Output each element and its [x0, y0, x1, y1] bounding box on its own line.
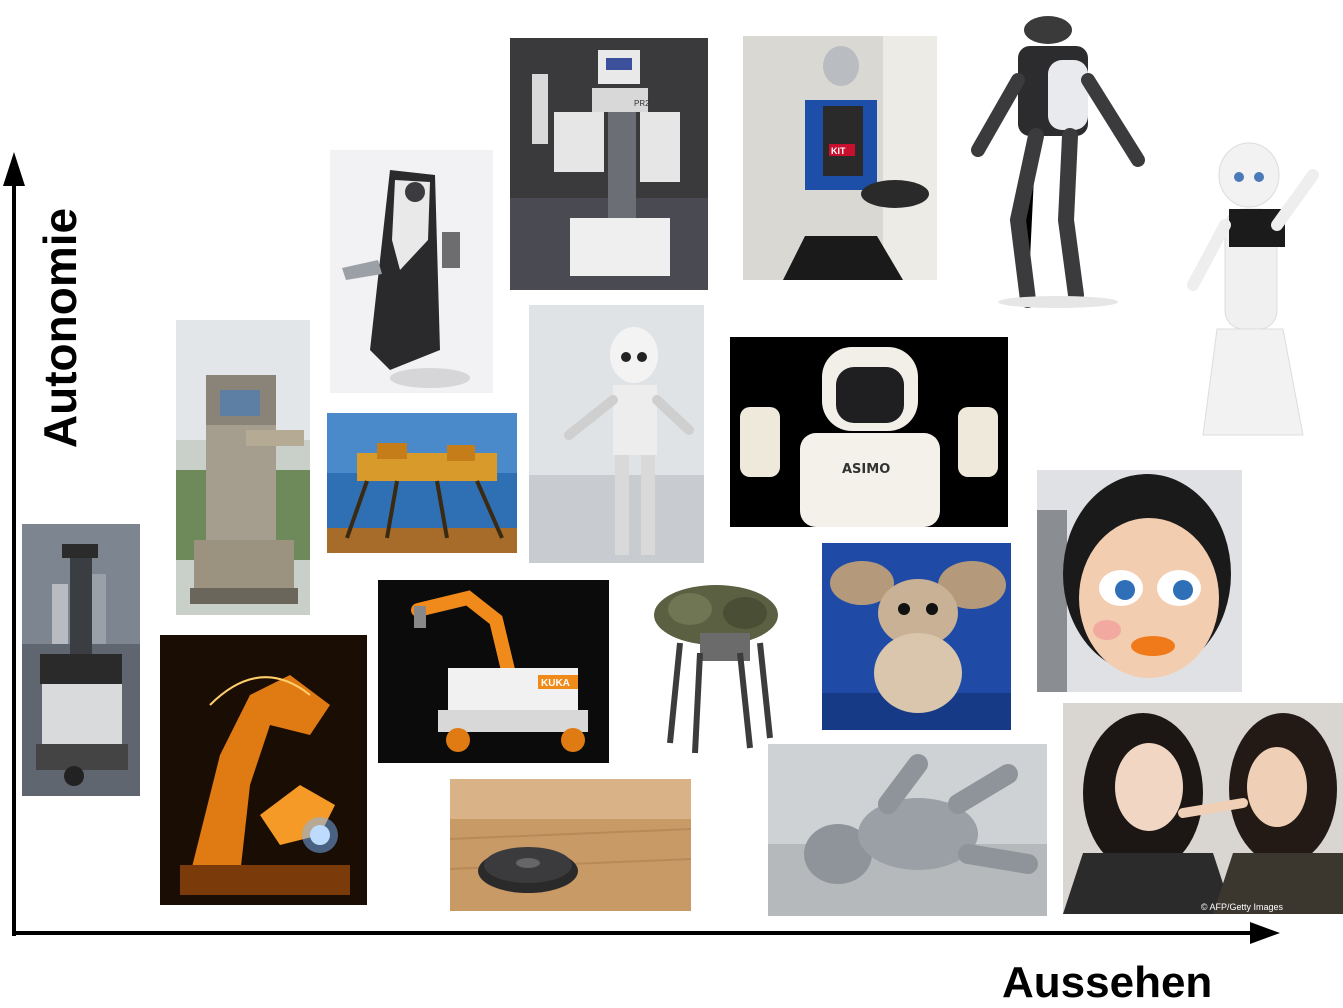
photo-care-robot-tablet: [330, 150, 493, 393]
photo-female-android: © AFP/Getty Images: [1063, 703, 1343, 914]
photo-atlas-robot: [958, 10, 1158, 310]
photo-credit: © AFP/Getty Images: [1200, 902, 1283, 912]
photo-mobile-manipulator-tower: [22, 524, 140, 796]
photo-asimo-robot: ASIMO: [730, 337, 1008, 527]
y-axis-arrowhead: [3, 152, 25, 186]
photo-furry-creature-robot: [822, 543, 1011, 730]
y-axis-line: [12, 160, 16, 936]
photo-walking-machine: [327, 413, 517, 553]
photo-icub-robot: [529, 305, 704, 563]
photo-bigdog-robot: [640, 573, 787, 760]
kit-logo-text: KIT: [831, 146, 846, 156]
photo-industrial-welding-robot: [160, 635, 367, 905]
photo-baby-android: [768, 744, 1047, 916]
photo-pepper-robot: [1163, 135, 1338, 453]
photo-service-robot-kiosk: [176, 320, 310, 615]
photo-robot-vacuum: [450, 779, 691, 911]
pr2-label-text: PR2: [634, 99, 650, 108]
y-axis-label: Autonomie: [34, 207, 86, 449]
kuka-logo-text: KUKA: [541, 678, 570, 689]
photo-pr2-robot: PR2: [510, 38, 708, 290]
photo-armar-kitchen-robot: KIT: [743, 36, 937, 280]
x-axis-label: Aussehen: [1002, 958, 1213, 1007]
x-axis-line: [12, 931, 1262, 935]
asimo-chest-text: ASIMO: [842, 462, 890, 477]
photo-kuka-mobile-arm: KUKA: [378, 580, 609, 763]
x-axis-arrowhead: [1250, 922, 1280, 944]
photo-cartoon-face-robot: [1037, 470, 1242, 692]
